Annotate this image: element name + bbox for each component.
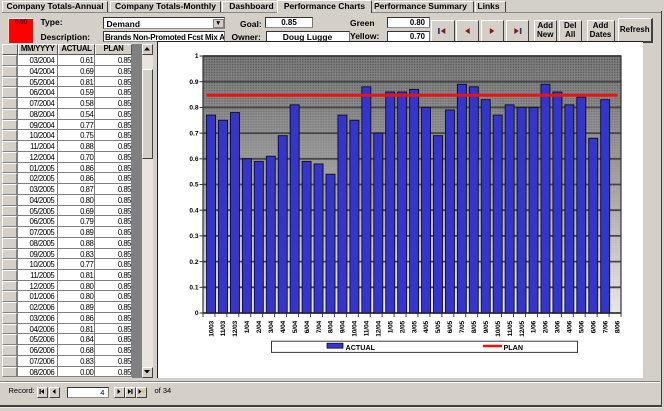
svg-text:6/04: 6/04 [304,321,311,334]
svg-text:8/06: 8/06 [614,321,621,334]
svg-text:0.3: 0.3 [189,233,198,240]
svg-text:2/04: 2/04 [256,321,263,334]
svg-text:7/06: 7/06 [602,321,609,334]
svg-text:10/03: 10/03 [208,321,215,337]
svg-text:0.7: 0.7 [189,130,198,137]
svg-text:6/05: 6/05 [447,321,454,334]
svg-text:3/04: 3/04 [268,321,275,334]
svg-text:7/04: 7/04 [316,321,323,334]
svg-text:9/05: 9/05 [483,321,490,334]
svg-text:9/04: 9/04 [340,321,347,334]
svg-text:3/05: 3/05 [411,321,418,334]
svg-text:5/05: 5/05 [435,321,442,334]
svg-text:4/05: 4/05 [423,321,430,334]
svg-text:1/05: 1/05 [387,321,394,334]
svg-text:12/03: 12/03 [232,321,239,337]
svg-text:11/04: 11/04 [364,321,371,337]
svg-text:0.5: 0.5 [189,182,198,189]
svg-text:3/06: 3/06 [555,321,562,334]
svg-text:5/04: 5/04 [292,321,299,334]
svg-text:0: 0 [195,310,199,317]
svg-text:11/05: 11/05 [507,321,514,337]
svg-text:1/04: 1/04 [244,321,251,334]
svg-text:0.8: 0.8 [189,105,198,112]
svg-text:5/06: 5/06 [579,321,586,334]
svg-text:12/04: 12/04 [375,321,382,337]
svg-text:2/06: 2/06 [543,321,550,334]
svg-text:1/06: 1/06 [531,321,538,334]
svg-text:8/04: 8/04 [328,321,335,334]
svg-text:4/06: 4/06 [567,321,574,334]
svg-text:7/05: 7/05 [459,321,466,334]
svg-text:2/05: 2/05 [399,321,406,334]
svg-text:11/03: 11/03 [220,321,227,337]
svg-text:1: 1 [195,53,199,60]
svg-text:8/05: 8/05 [471,321,478,334]
svg-text:0.1: 0.1 [189,285,198,292]
svg-text:0.2: 0.2 [189,259,198,266]
svg-text:10/04: 10/04 [352,321,359,337]
svg-text:ACTUAL: ACTUAL [346,343,376,352]
svg-text:PLAN: PLAN [504,343,524,352]
svg-text:12/05: 12/05 [519,321,526,337]
svg-text:0.6: 0.6 [189,156,198,163]
svg-text:4/04: 4/04 [280,321,287,334]
svg-text:10/05: 10/05 [495,321,502,337]
svg-text:0.9: 0.9 [189,79,198,86]
svg-text:0.4: 0.4 [189,207,198,214]
svg-text:6/06: 6/06 [590,321,597,334]
